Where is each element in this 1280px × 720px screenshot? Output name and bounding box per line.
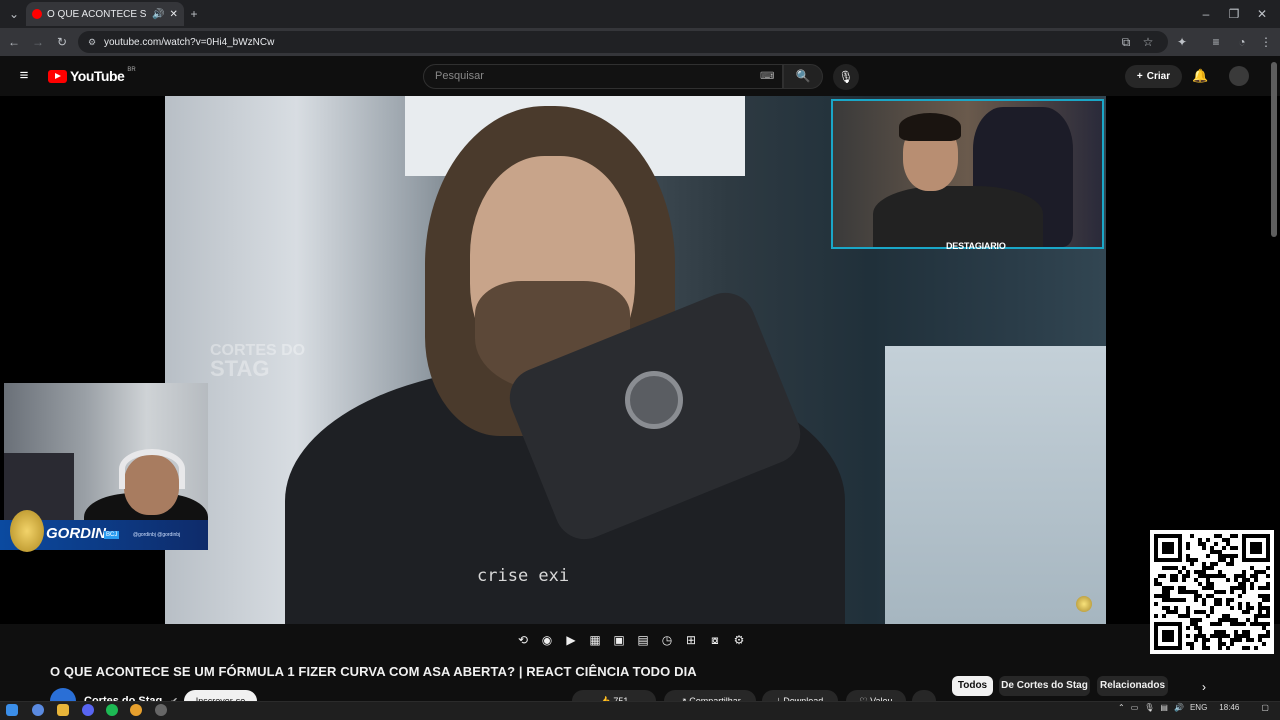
webcam-social-handles: @gordinbj @gordinbj [133,532,181,538]
settings-gear-icon[interactable]: ⚙ [730,631,748,649]
qr-code-pattern [1154,534,1270,650]
gold-watch-icon [10,510,44,552]
pip-icon[interactable]: ▣ [610,631,628,649]
browser-tab[interactable]: O QUE ACONTECE SE UM F 🔊 ✕ [26,2,184,26]
media-control-icon[interactable]: ≡ [1208,34,1224,50]
minimize-icon[interactable]: – [1198,6,1214,22]
speaker-icon[interactable]: 🔊 [152,9,164,20]
chrome-icon[interactable] [130,704,142,716]
coin-icon [1076,596,1092,612]
webcam-name: GORDIN [46,525,106,542]
notifications-icon[interactable]: ▢ [1261,703,1269,712]
webcam-name-tag: BCJ [104,531,120,539]
shirt-text: crise exi [477,566,570,586]
bookmark-star-icon[interactable]: ☆ [1140,34,1156,50]
tab-close-icon[interactable]: ✕ [169,9,177,20]
tray-volume-icon[interactable]: 🔊 [1174,703,1184,712]
ambient-icon[interactable]: ◉ [538,631,556,649]
address-bar-row: ← → ↻ ⚙ youtube.com/watch?v=0Hi4_bWzNCw … [0,28,1280,56]
install-app-icon[interactable]: ⧉ [1118,34,1134,50]
watermark-line2: STAG [210,356,270,381]
page-scrollbar[interactable] [1271,62,1277,237]
restore-icon[interactable]: ❐ [1226,6,1242,22]
tab-title: O QUE ACONTECE SE UM F [47,8,147,20]
video-title: O QUE ACONTECE SE UM FÓRMULA 1 FIZER CUR… [50,664,697,679]
mic-icon: 🎙 [838,70,854,84]
tray-clock[interactable]: 18:46 [1219,703,1239,712]
extensions-icon[interactable]: ✦ [1174,34,1190,50]
tray-chevron-icon[interactable]: ⌃ [1118,703,1125,712]
captions-icon[interactable]: ▤ [634,631,652,649]
search-button[interactable]: 🔍 [783,64,823,89]
obs-icon[interactable] [155,704,167,716]
pip-label: DESTAGIARIO [946,241,1006,251]
headphones [119,449,185,489]
system-tray: ⌃ ▭ 🎙 ▤ 🔊 ENG 18:46 ▢ [1118,703,1269,712]
url-text: youtube.com/watch?v=0Hi4_bWzNCw [104,36,275,48]
forward-icon[interactable]: → [30,34,46,50]
steering-wheel-hub [625,371,683,429]
windows-start-icon[interactable] [6,704,18,716]
file-explorer-icon[interactable] [57,704,69,716]
chip-related[interactable]: Relacionados [1097,676,1168,696]
streamer-hair [899,113,961,141]
search-input[interactable]: Pesquisar ⌨ [423,64,783,89]
tray-mic-icon[interactable]: 🎙 [1144,703,1154,712]
close-window-icon[interactable]: ✕ [1254,6,1270,22]
url-field[interactable]: ⚙ youtube.com/watch?v=0Hi4_bWzNCw [78,31,1168,53]
youtube-logo[interactable]: YouTube BR [48,67,136,84]
clapper-icon[interactable]: ▦ [586,631,604,649]
windows-taskbar [0,701,1280,720]
qr-code [1150,530,1274,654]
speed-icon[interactable]: ◷ [658,631,676,649]
reload-icon[interactable]: ↻ [54,34,70,50]
tray-display-icon[interactable]: ▭ [1131,703,1139,712]
chip-channel[interactable]: De Cortes do Stag [999,676,1090,696]
chip-all[interactable]: Todos [952,676,993,696]
account-avatar[interactable] [1229,66,1249,86]
youtube-favicon-icon [32,9,42,19]
plus-icon: + [1136,71,1143,82]
discord-icon[interactable] [82,704,94,716]
site-info-icon[interactable]: ⚙ [84,34,100,50]
keyboard-icon[interactable]: ⌨ [760,65,774,88]
voice-search-button[interactable]: 🎙 [833,64,859,90]
background-window-right [885,346,1106,624]
screenshot-icon[interactable]: ⧇ [706,631,724,649]
tray-network-icon[interactable]: ▤ [1160,703,1168,712]
autoplay-icon[interactable]: ▶ [562,631,580,649]
search-icon: 🔍 [795,69,811,83]
create-button[interactable]: + Criar [1125,65,1182,88]
edge-app-icon[interactable] [32,704,44,716]
loop-icon[interactable]: ⟲ [514,631,532,649]
channel-watermark: CORTES DO STAG [210,342,305,381]
back-icon[interactable]: ← [6,34,22,50]
country-code: BR [127,67,136,73]
notifications-bell-icon[interactable]: 🔔 [1192,68,1208,84]
search-placeholder: Pesquisar [435,70,484,82]
player-control-strip: ⟲ ◉ ▶ ▦ ▣ ▤ ◷ ⊞ ⧇ ⚙ [514,631,748,649]
create-label: Criar [1146,71,1171,82]
hamburger-menu-icon[interactable]: ≡ [16,68,32,84]
spotify-icon[interactable] [106,704,118,716]
add-icon[interactable]: ⊞ [682,631,700,649]
new-tab-icon[interactable]: + [186,6,202,22]
streamer-body [873,186,1043,247]
streamer-pip-overlay [831,99,1104,249]
logo-text: YouTube [70,68,125,84]
browser-tab-bar: ⌄ O QUE ACONTECE SE UM F 🔊 ✕ + – ❐ ✕ [0,0,1280,28]
browser-menu-icon[interactable]: ⋮ [1258,34,1274,50]
tray-language[interactable]: ENG [1190,703,1207,712]
youtube-play-icon [48,69,67,83]
chips-next-chevron-icon[interactable]: › [1196,679,1212,695]
profile-icon[interactable]: ◔ [1234,34,1250,50]
tab-search-icon[interactable]: ⌄ [6,6,22,22]
